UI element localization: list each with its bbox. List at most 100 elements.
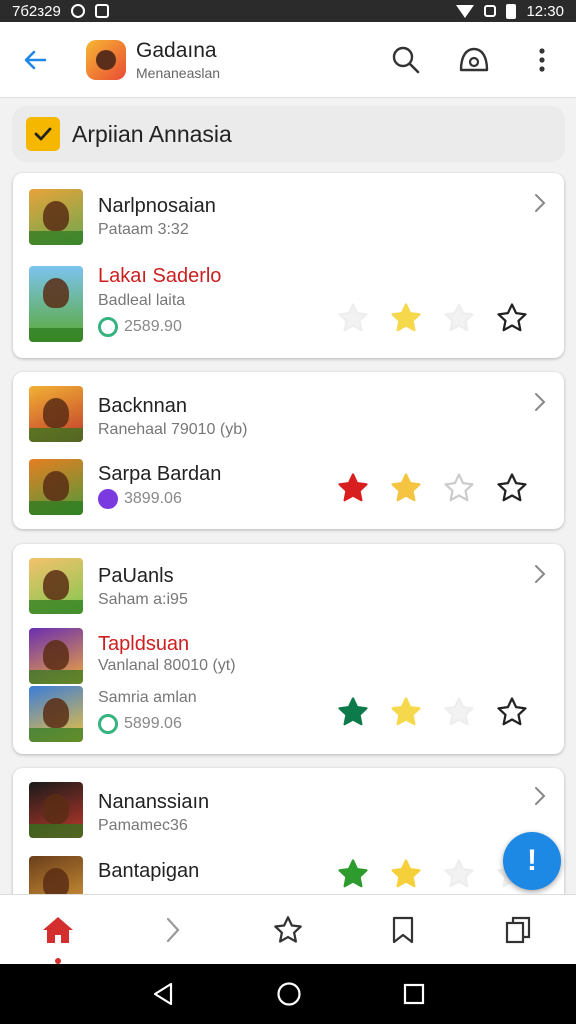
star-icon[interactable] <box>432 468 485 508</box>
game-card[interactable]: Narlpnosaian Pataam 3:32 Lakaı Saderlo B… <box>13 173 564 358</box>
star-icon <box>274 915 302 943</box>
nav-bookmarks[interactable] <box>346 895 461 964</box>
nav-favorites[interactable] <box>230 895 345 964</box>
system-recents-icon[interactable] <box>403 983 425 1005</box>
chevron-right-icon[interactable] <box>528 784 552 808</box>
status-time-right: 12:30 <box>526 2 564 20</box>
star-icon[interactable] <box>485 468 538 508</box>
star-rating[interactable] <box>326 692 546 732</box>
item-extra-title[interactable]: Samria amlan <box>98 689 197 707</box>
star-icon[interactable] <box>326 298 379 338</box>
helmet-icon <box>459 47 489 71</box>
card-subtitle: Pataam 3:32 <box>98 221 189 238</box>
chevron-right-icon[interactable] <box>528 191 552 215</box>
star-icon[interactable] <box>379 854 432 894</box>
system-back-icon[interactable] <box>151 981 175 1007</box>
profile-button[interactable] <box>440 22 508 98</box>
star-icon[interactable] <box>485 298 538 338</box>
price-value: 2589.90 <box>124 318 182 335</box>
star-icon[interactable] <box>485 692 538 732</box>
card-list[interactable]: Narlpnosaian Pataam 3:32 Lakaı Saderlo B… <box>0 170 576 894</box>
signal-icon <box>484 5 497 17</box>
more-options-button[interactable] <box>508 22 576 98</box>
card-title[interactable]: Nananssiaın <box>98 791 209 814</box>
item-title[interactable]: Bantapigan <box>98 860 199 883</box>
game-thumbnail[interactable] <box>29 782 83 838</box>
star-rating[interactable] <box>326 298 546 338</box>
nav-home[interactable] <box>0 895 115 964</box>
copy-icon <box>506 916 531 943</box>
app-title: Gadaına <box>136 38 217 62</box>
filter-label: Arpiian Annasia <box>72 120 232 147</box>
item-title[interactable]: Tapldsuan <box>98 633 189 656</box>
system-navigation-bar <box>0 964 576 1024</box>
more-vertical-icon <box>539 47 545 72</box>
chevron-right-icon <box>166 917 180 942</box>
star-icon[interactable] <box>432 692 485 732</box>
status-time-left: 7б2з29 <box>12 2 61 20</box>
price-value: 3899.06 <box>124 490 182 507</box>
game-card[interactable]: Backnnan Ranehaal 79010 (yb) Sarpa Barda… <box>13 372 564 529</box>
filter-checkbox[interactable] <box>26 117 60 151</box>
wifi-icon <box>456 4 475 18</box>
item-price: 5899.06 <box>98 714 182 734</box>
alert-fab-button[interactable]: ! <box>503 832 561 890</box>
card-subtitle: Ranehaal 79010 (yb) <box>98 421 248 438</box>
item-thumbnail[interactable] <box>29 686 83 742</box>
nav-next[interactable] <box>115 895 230 964</box>
system-home-icon[interactable] <box>276 981 302 1007</box>
star-icon[interactable] <box>432 854 485 894</box>
status-bar: 7б2з29 12:30 <box>0 0 576 22</box>
card-subtitle: Saham a:i95 <box>98 591 188 608</box>
item-thumbnail[interactable] <box>29 856 83 894</box>
item-subtitle: Vanlanal 80010 (yt) <box>98 657 236 674</box>
item-title[interactable]: Sarpa Bardan <box>98 463 221 486</box>
star-icon[interactable] <box>379 468 432 508</box>
game-thumbnail[interactable] <box>29 386 83 442</box>
back-button[interactable] <box>0 22 70 98</box>
star-icon[interactable] <box>326 854 379 894</box>
coin-icon <box>98 714 118 734</box>
arrow-left-icon <box>24 50 47 69</box>
home-icon <box>42 916 73 943</box>
card-title[interactable]: Narlpnosaian <box>98 195 216 218</box>
search-icon <box>392 46 420 73</box>
coin-icon <box>98 489 118 509</box>
game-card[interactable]: Nananssiaın Pamamec36 Bantapigan <box>13 768 564 894</box>
card-title[interactable]: Backnnan <box>98 395 187 418</box>
item-price: 2589.90 <box>98 317 182 337</box>
card-title[interactable]: PaUanls <box>98 565 174 588</box>
chevron-right-icon[interactable] <box>528 390 552 414</box>
star-icon[interactable] <box>326 468 379 508</box>
check-icon <box>34 127 52 141</box>
item-thumbnail[interactable] <box>29 628 83 684</box>
item-title[interactable]: Lakaı Saderlo <box>98 265 221 288</box>
star-icon[interactable] <box>326 692 379 732</box>
game-card[interactable]: PaUanls Saham a:i95 Tapldsuan Vanlanal 8… <box>13 544 564 754</box>
item-price: 3899.06 <box>98 489 182 509</box>
item-thumbnail[interactable] <box>29 266 83 342</box>
coin-icon <box>98 317 118 337</box>
filter-toggle[interactable]: Arpiian Annasia <box>12 106 565 162</box>
search-button[interactable] <box>372 22 440 98</box>
game-thumbnail[interactable] <box>29 189 83 245</box>
exclamation-icon: ! <box>527 844 537 877</box>
item-thumbnail[interactable] <box>29 459 83 515</box>
item-subtitle: Badleal laita <box>98 292 186 309</box>
game-thumbnail[interactable] <box>29 558 83 614</box>
bottom-navigation <box>0 894 576 964</box>
notification-icon <box>70 4 85 18</box>
nav-library[interactable] <box>461 895 576 964</box>
star-icon[interactable] <box>432 298 485 338</box>
price-value: 5899.06 <box>124 715 182 732</box>
star-icon[interactable] <box>379 298 432 338</box>
app-bar: Gadaına Menaneaslan <box>0 22 576 98</box>
star-icon[interactable] <box>379 692 432 732</box>
card-subtitle: Pamamec36 <box>98 817 188 834</box>
star-rating[interactable] <box>326 468 546 508</box>
chevron-right-icon[interactable] <box>528 562 552 586</box>
app-notification-icon <box>94 4 109 18</box>
bookmark-icon <box>393 916 414 943</box>
app-subtitle: Menaneaslan <box>136 64 221 81</box>
battery-icon <box>506 3 517 19</box>
